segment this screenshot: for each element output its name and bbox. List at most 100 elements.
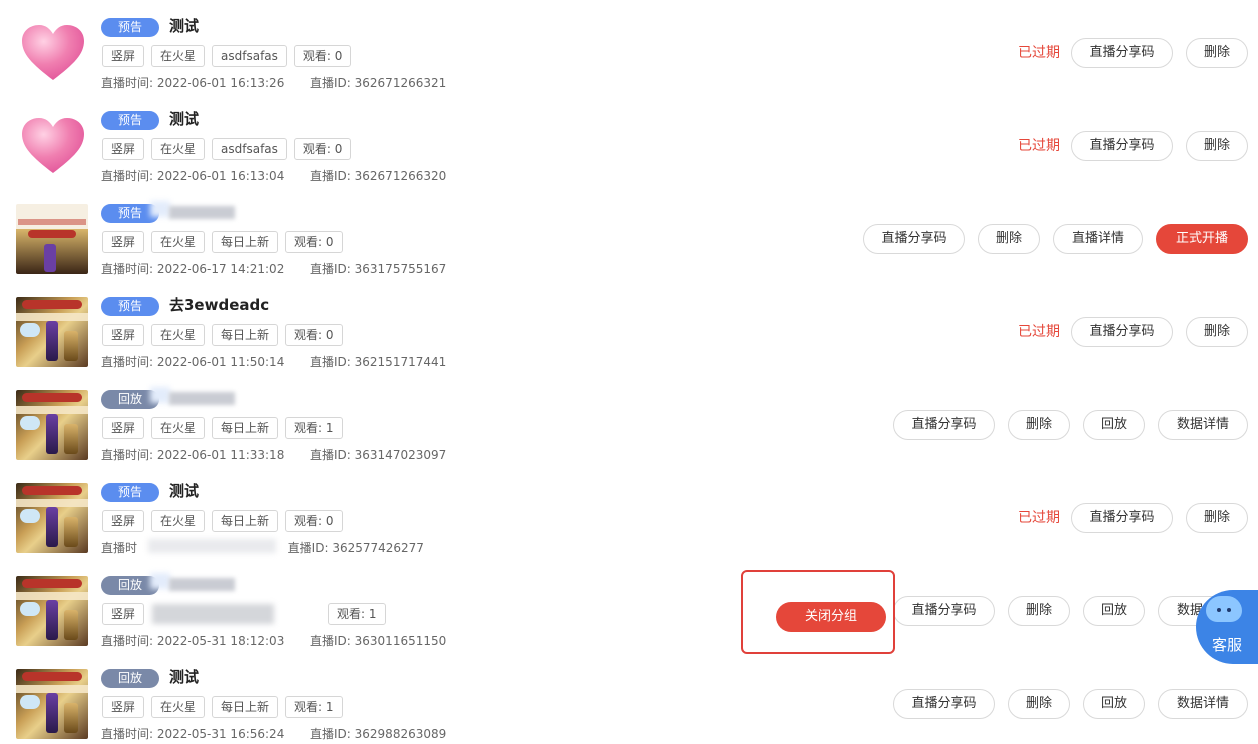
expired-status: 已过期 bbox=[1018, 324, 1060, 340]
live-time: 2022-06-01 11:50:14 bbox=[156, 355, 285, 369]
tag-chip: 观看: 1 bbox=[328, 603, 386, 625]
live-meta: 直播时间: 2022-06-01 11:33:18 直播ID: 36314702… bbox=[101, 446, 446, 463]
replay-button[interactable]: 回放 bbox=[1083, 689, 1145, 719]
cover-thumbnail bbox=[16, 483, 88, 553]
row-actions: 已过期 直播分享码 删除 bbox=[1018, 503, 1248, 533]
tag-chip: 观看: 0 bbox=[285, 231, 343, 253]
time-label: 直播时间: bbox=[101, 76, 154, 90]
elephant-mascot-icon bbox=[1206, 596, 1242, 622]
title-redacted bbox=[169, 206, 235, 219]
live-id: 363175755167 bbox=[354, 262, 447, 276]
delete-button[interactable]: 删除 bbox=[1008, 596, 1070, 626]
close-group-button[interactable]: 关闭分组 bbox=[776, 602, 886, 632]
live-meta: 直播时间: 2022-06-01 11:50:14 直播ID: 36215171… bbox=[101, 353, 446, 370]
expired-status: 已过期 bbox=[1018, 138, 1060, 154]
live-type-badge: 预告 bbox=[101, 18, 159, 37]
time-label: 直播时 bbox=[101, 541, 138, 555]
live-type-badge: 预告 bbox=[101, 297, 159, 316]
tag-chip: 竖屏 bbox=[102, 138, 145, 160]
live-row: 回放 竖屏 在火星 每日上新 观看: 1 直播时间: 2022-06-01 11:33:… bbox=[0, 372, 1258, 465]
time-redacted bbox=[148, 539, 276, 553]
delete-button[interactable]: 删除 bbox=[1008, 410, 1070, 440]
cover-thumbnail bbox=[16, 297, 88, 367]
live-type-badge: 回放 bbox=[101, 669, 159, 688]
live-row: 预告 测试 竖屏 在火星 asdfsafas 观看: 0 直播时间: 2022-06-01… bbox=[0, 93, 1258, 186]
tag-chip: 在火星 bbox=[151, 324, 206, 346]
live-row: 预告 竖屏 在火星 每日上新 观看: 0 直播时间: 2022-06-17 14:21:… bbox=[0, 186, 1258, 279]
tag-chip: 观看: 0 bbox=[293, 138, 352, 160]
tag-list: 竖屏 在火星 asdfsafas 观看: 0 bbox=[102, 138, 352, 160]
share-code-button[interactable]: 直播分享码 bbox=[863, 224, 965, 254]
live-detail-button[interactable]: 直播详情 bbox=[1053, 224, 1143, 254]
replay-button[interactable]: 回放 bbox=[1083, 596, 1145, 626]
data-detail-button[interactable]: 数据详情 bbox=[1158, 410, 1248, 440]
live-id: 362577426277 bbox=[332, 541, 424, 555]
delete-button[interactable]: 删除 bbox=[1186, 317, 1248, 347]
tag-chip: 观看: 0 bbox=[285, 510, 343, 532]
row-actions: 已过期 直播分享码 删除 bbox=[1018, 131, 1248, 161]
live-id: 362988263089 bbox=[354, 727, 447, 741]
expired-status: 已过期 bbox=[1018, 510, 1060, 526]
live-title: 测试 bbox=[169, 482, 200, 500]
delete-button[interactable]: 删除 bbox=[1186, 503, 1248, 533]
data-detail-button[interactable]: 数据详情 bbox=[1158, 689, 1248, 719]
share-code-button[interactable]: 直播分享码 bbox=[1071, 131, 1173, 161]
live-id: 362671266321 bbox=[354, 76, 447, 90]
delete-button[interactable]: 删除 bbox=[978, 224, 1040, 254]
tag-list: 竖屏 在火星 每日上新 观看: 0 bbox=[102, 231, 343, 253]
row-actions: 直播分享码删除回放数据详情 bbox=[893, 596, 1248, 626]
live-row: 回放 测试 竖屏 在火星 每日上新 观看: 1 直播时间: 2022-05-31 16:5… bbox=[0, 651, 1258, 744]
id-label: 直播ID: bbox=[309, 355, 351, 369]
tags-redacted bbox=[152, 604, 274, 624]
share-code-button[interactable]: 直播分享码 bbox=[893, 596, 995, 626]
tag-list: 竖屏 在火星 每日上新 观看: 0 bbox=[102, 510, 343, 532]
tag-chip: 观看: 0 bbox=[293, 45, 352, 67]
live-time: 2022-06-01 11:33:18 bbox=[156, 448, 285, 462]
live-row: 回放 竖屏 观看: 1 直播时间: 2022-05-31 18:12:03 直播… bbox=[0, 558, 1258, 651]
time-label: 直播时间: bbox=[101, 355, 154, 369]
share-code-button[interactable]: 直播分享码 bbox=[893, 410, 995, 440]
delete-button[interactable]: 删除 bbox=[1186, 131, 1248, 161]
share-code-button[interactable]: 直播分享码 bbox=[1071, 317, 1173, 347]
live-meta: 直播时间: 2022-06-01 16:13:04 直播ID: 36267126… bbox=[101, 167, 446, 184]
live-id: 362671266320 bbox=[354, 169, 447, 183]
delete-button[interactable]: 删除 bbox=[1008, 689, 1070, 719]
tag-chip: 竖屏 bbox=[102, 696, 145, 718]
expired-status: 已过期 bbox=[1018, 45, 1060, 61]
cover-thumbnail bbox=[16, 576, 88, 646]
live-meta: 直播时间: 2022-05-31 18:12:03 直播ID: 36301165… bbox=[101, 632, 446, 649]
share-code-button[interactable]: 直播分享码 bbox=[1071, 38, 1173, 68]
live-id: 363147023097 bbox=[354, 448, 447, 462]
live-row: 预告 测试 竖屏 在火星 asdfsafas 观看: 0 直播时间: 2022-06-01… bbox=[0, 0, 1258, 93]
title-redacted bbox=[169, 392, 235, 405]
title-blur bbox=[150, 387, 170, 403]
tag-list: 竖屏 在火星 每日上新 观看: 1 bbox=[102, 696, 343, 718]
delete-button[interactable]: 删除 bbox=[1186, 38, 1248, 68]
tag-chip: 在火星 bbox=[151, 696, 206, 718]
tag-chip: 竖屏 bbox=[102, 231, 145, 253]
share-code-button[interactable]: 直播分享码 bbox=[893, 689, 995, 719]
id-label: 直播ID: bbox=[309, 76, 351, 90]
id-label: 直播ID: bbox=[309, 634, 351, 648]
live-type-badge: 预告 bbox=[101, 111, 159, 130]
time-label: 直播时间: bbox=[101, 727, 154, 741]
title-blur bbox=[150, 201, 170, 217]
tag-chip: 在火星 bbox=[151, 45, 206, 67]
live-row: 预告 去3ewdeadc 竖屏 在火星 每日上新 观看: 0 直播时间: 2022-06-… bbox=[0, 279, 1258, 372]
live-time: 2022-05-31 18:12:03 bbox=[156, 634, 285, 648]
tag-chip: 竖屏 bbox=[102, 603, 145, 625]
id-label: 直播ID: bbox=[287, 541, 329, 555]
cover-thumbnail bbox=[20, 24, 86, 82]
tag-list: 竖屏 在火星 每日上新 观看: 1 bbox=[102, 417, 343, 439]
row-actions: 已过期 直播分享码 删除 bbox=[1018, 38, 1248, 68]
time-label: 直播时间: bbox=[101, 262, 154, 276]
tag-chip: 竖屏 bbox=[102, 510, 145, 532]
tag-chip: 竖屏 bbox=[102, 45, 145, 67]
live-meta: 直播时间: 2022-06-17 14:21:02 直播ID: 36317575… bbox=[101, 260, 446, 277]
row-actions: 直播分享码删除回放数据详情 bbox=[893, 410, 1248, 440]
live-meta: 直播时间: 2022-05-31 16:56:24 直播ID: 36298826… bbox=[101, 725, 446, 742]
tag-chip: asdfsafas bbox=[212, 138, 287, 160]
replay-button[interactable]: 回放 bbox=[1083, 410, 1145, 440]
share-code-button[interactable]: 直播分享码 bbox=[1071, 503, 1173, 533]
start-live-button[interactable]: 正式开播 bbox=[1156, 224, 1248, 254]
